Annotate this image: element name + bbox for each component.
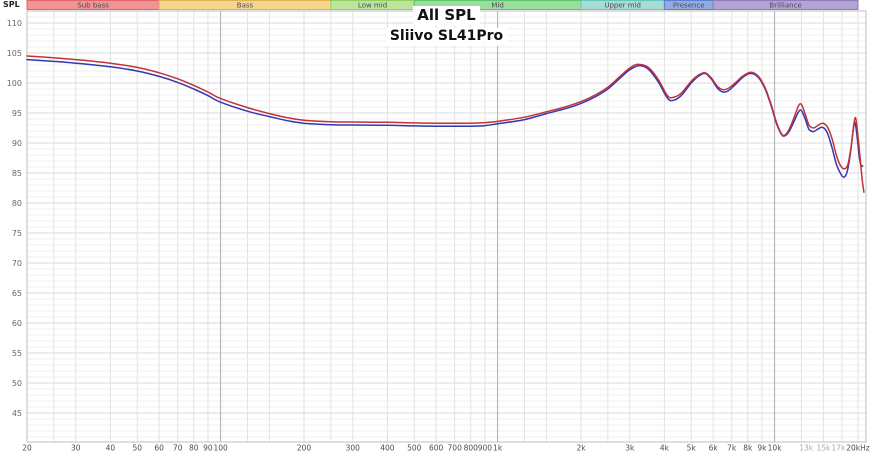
frequency-band-strip: Sub bass Bass Low mid Mid Upper mid Presence B… <box>26 0 859 10</box>
x-tick-label: 4k <box>660 444 670 453</box>
x-tick-label: 600 <box>429 444 444 453</box>
x-tick-label: 900 <box>478 444 493 453</box>
y-tick-label: 95 <box>12 109 22 118</box>
band-label: Upper mid <box>604 1 641 9</box>
x-tick-label: 80 <box>189 444 199 453</box>
band-bass: Bass <box>158 0 332 10</box>
x-tick-label: 1k <box>493 444 503 453</box>
band-low-mid: Low mid <box>330 0 415 10</box>
band-label: Low mid <box>358 1 387 9</box>
x-tick-label: 17k <box>832 444 847 453</box>
x-tick-label: 40 <box>106 444 116 453</box>
y-tick-label: 80 <box>12 199 22 208</box>
band-label: Bass <box>237 1 254 9</box>
band-label: Presence <box>673 1 705 9</box>
y-tick-label: 110 <box>7 19 22 28</box>
x-tick-label: 500 <box>407 444 422 453</box>
y-tick-label: 100 <box>7 79 22 88</box>
band-upper-mid: Upper mid <box>580 0 665 10</box>
y-tick-label: 50 <box>12 379 22 388</box>
x-tick-label: 700 <box>448 444 463 453</box>
x-axis-labels: 20 30 40 50 60 70 80 90 100 200 300 400 500 600 700 800… <box>22 444 870 453</box>
x-tick-label: 6k <box>709 444 719 453</box>
curve-red-trace <box>26 55 865 193</box>
y-axis-labels: 110 105 100 95 90 85 80 75 70 65 60 55 50 45 <box>7 19 22 418</box>
y-tick-label: 75 <box>12 229 22 238</box>
chart-canvas: Sub bass Bass Low mid Mid Upper mid Presence B… <box>7 0 870 453</box>
x-tick-label: 9k <box>757 444 767 453</box>
x-tick-label: 20kHz <box>846 444 870 453</box>
y-tick-label: 85 <box>12 169 22 178</box>
x-tick-label: 60 <box>154 444 164 453</box>
x-tick-label: 30 <box>71 444 81 453</box>
spl-frequency-response-graph: Sub bass Bass Low mid Mid Upper mid Presence B… <box>0 0 877 458</box>
x-tick-label: 2k <box>576 444 586 453</box>
y-tick-label: 90 <box>12 139 22 148</box>
x-tick-label: 50 <box>132 444 142 453</box>
x-tick-label: 5k <box>687 444 697 453</box>
y-tick-label: 60 <box>12 319 22 328</box>
y-tick-label: 55 <box>12 349 22 358</box>
x-tick-label: 8k <box>743 444 753 453</box>
x-tick-label: 300 <box>346 444 361 453</box>
x-tick-label: 90 <box>203 444 213 453</box>
x-tick-label: 800 <box>464 444 479 453</box>
band-label: Mid <box>491 1 503 9</box>
y-tick-label: 65 <box>12 289 22 298</box>
band-presence: Presence <box>663 0 714 10</box>
band-mid: Mid <box>413 0 582 10</box>
y-axis-title: SPL <box>3 0 20 9</box>
x-tick-label: 7k <box>727 444 737 453</box>
x-tick-label: 100 <box>213 444 228 453</box>
x-tick-label: 13k <box>799 444 814 453</box>
band-brilliance: Brilliance <box>712 0 859 10</box>
band-label: Sub bass <box>77 1 109 9</box>
x-tick-label: 20 <box>22 444 32 453</box>
x-tick-label: 3k <box>625 444 635 453</box>
x-tick-label: 400 <box>380 444 395 453</box>
x-tick-label: 10k <box>768 444 783 453</box>
y-tick-label: 70 <box>12 259 22 268</box>
band-label: Brilliance <box>769 1 801 9</box>
x-tick-label: 70 <box>173 444 183 453</box>
measurement-curves <box>26 55 865 193</box>
x-tick-label: 15k <box>816 444 831 453</box>
x-tick-label: 200 <box>297 444 312 453</box>
y-tick-label: 105 <box>7 49 22 58</box>
band-sub-bass: Sub bass <box>26 0 160 10</box>
y-tick-label: 45 <box>12 409 22 418</box>
